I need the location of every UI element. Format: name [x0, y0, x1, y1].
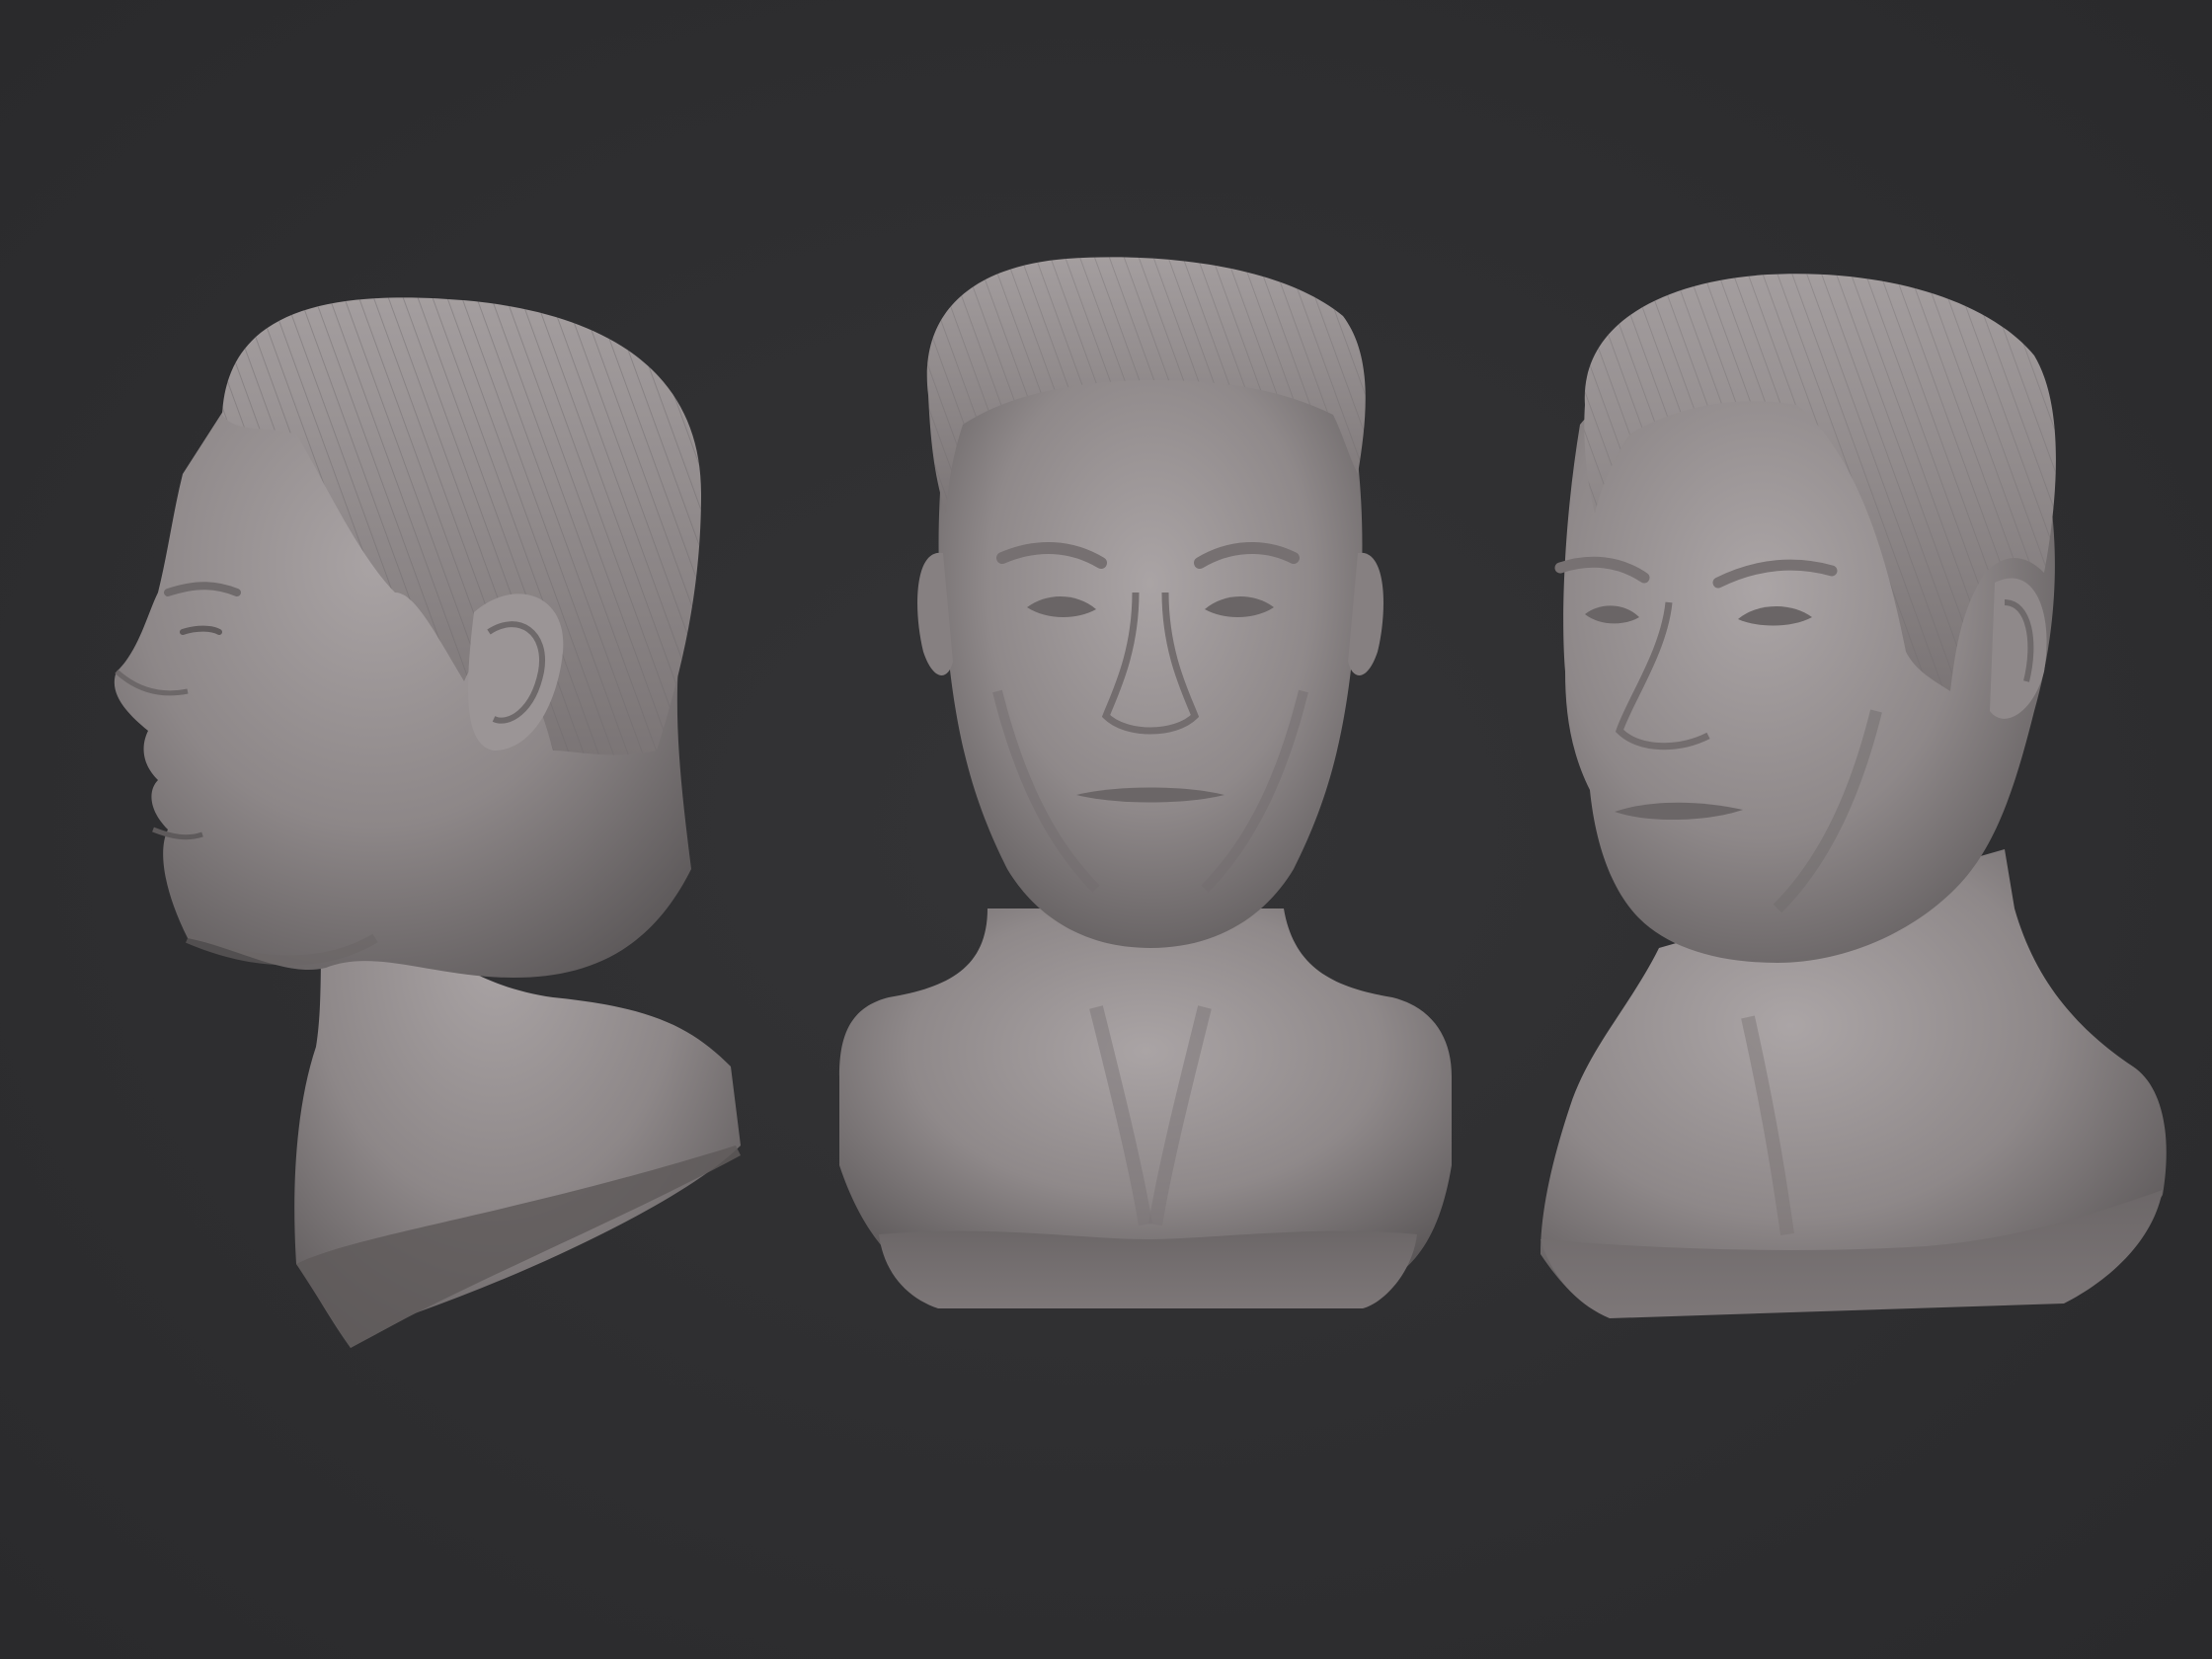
three-quarter-view [1540, 274, 2167, 1318]
front-head [938, 358, 1363, 949]
quarter-ear [1990, 578, 2047, 719]
front-view [839, 257, 1452, 1308]
sculpt-render [114, 257, 2167, 1348]
front-base [879, 1230, 1417, 1308]
front-bust [839, 908, 1452, 1284]
side-profile-view [114, 297, 741, 1348]
sculpt-viewport [0, 0, 2212, 1659]
